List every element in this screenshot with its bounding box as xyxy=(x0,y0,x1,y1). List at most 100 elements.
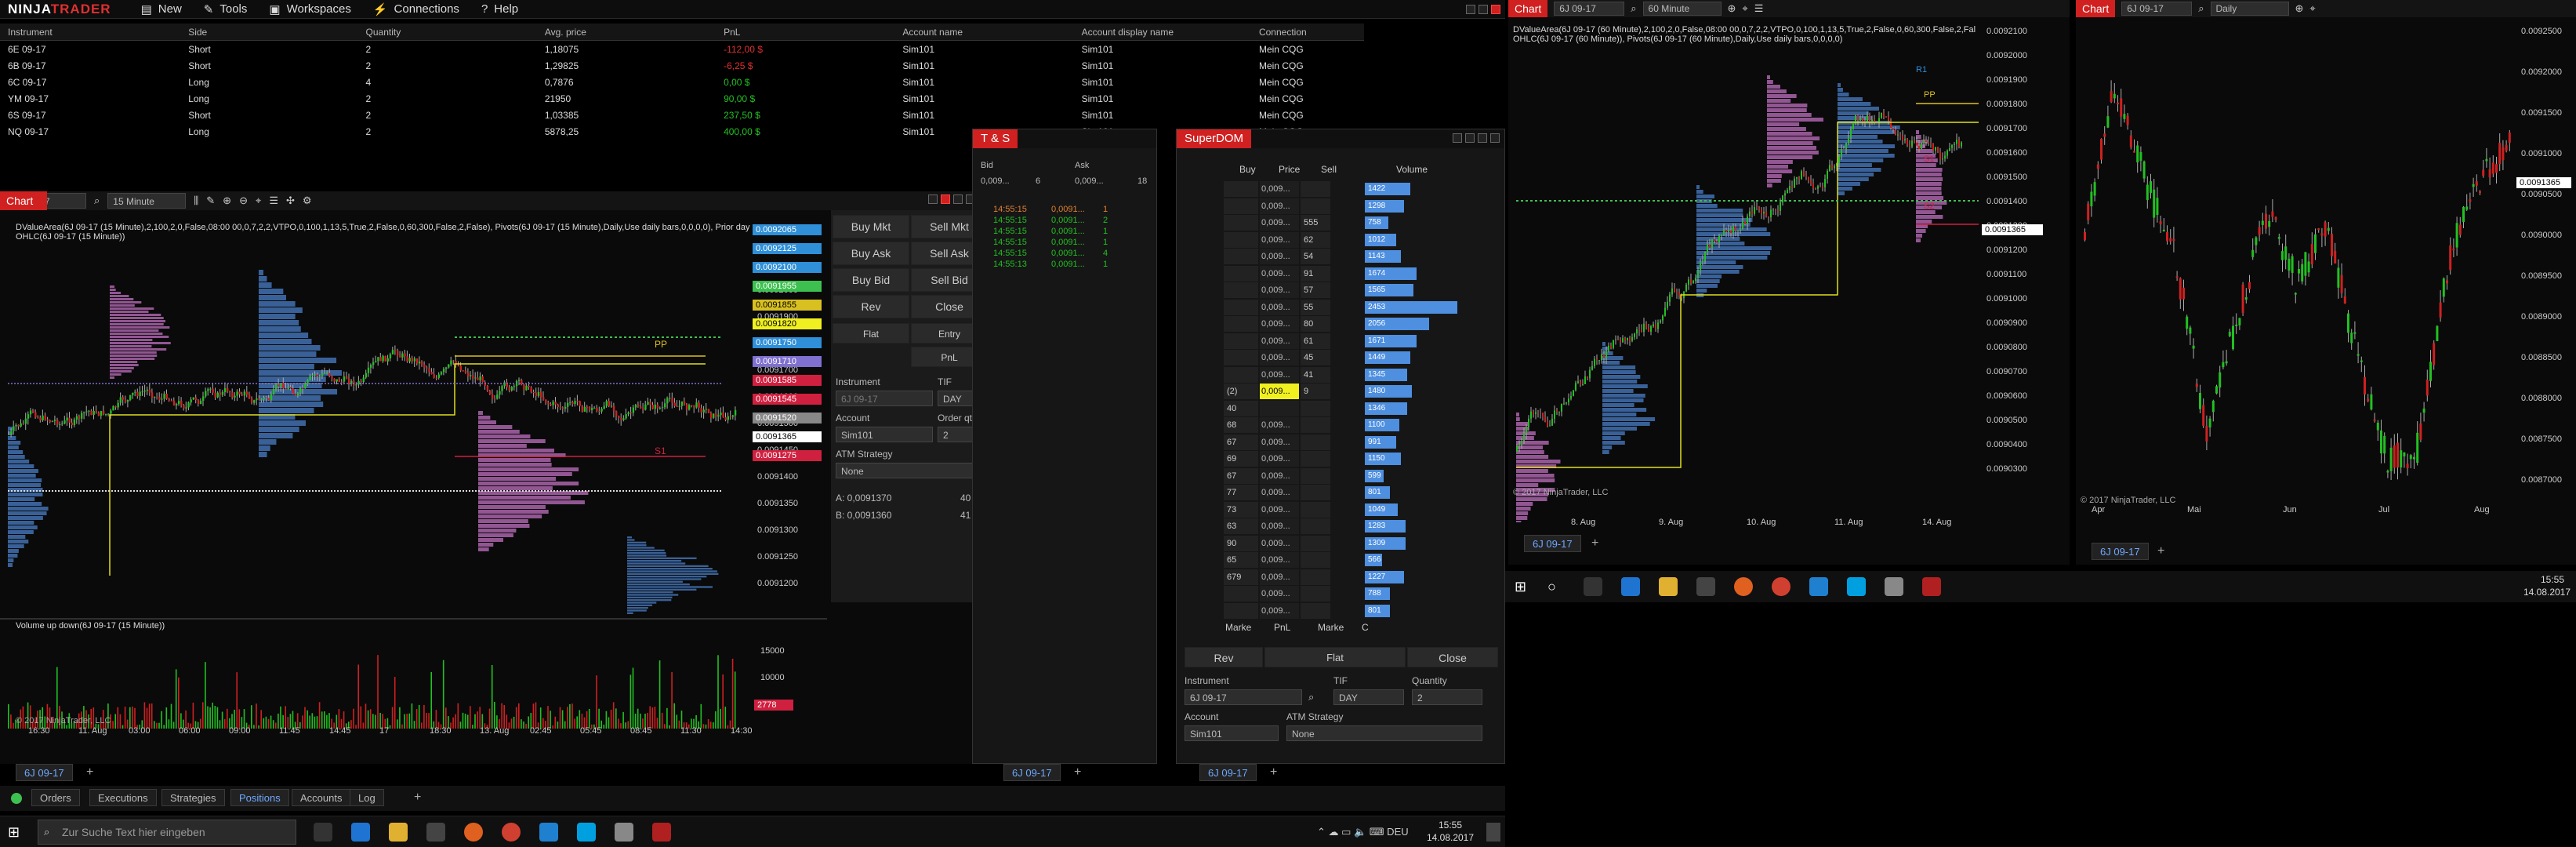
ct-account-select[interactable]: Sim101 xyxy=(836,427,933,442)
chart-trader-icon[interactable]: ⚙ xyxy=(303,194,312,207)
bar-type-icon[interactable]: ⫼ xyxy=(194,194,198,207)
table-row[interactable]: 6C 09-17 Long 4 0,7876 0,00 $ Sim101 Sim101 Mei… xyxy=(0,74,1364,90)
column-header[interactable]: Avg. price xyxy=(537,27,716,38)
sd-ladder[interactable]: 0,009... 1422 0,009... 1298 0,009... 555 758 0,… xyxy=(1224,181,1506,620)
dom-row[interactable]: 63 0,009... 1283 xyxy=(1224,518,1506,534)
dom-sell-cell[interactable] xyxy=(1301,434,1330,450)
sd-float-icon[interactable] xyxy=(1453,133,1462,143)
dom-price-cell[interactable]: 0,009... xyxy=(1260,451,1299,467)
dom-buy-cell[interactable]: 69 xyxy=(1224,451,1258,467)
dom-sell-cell[interactable] xyxy=(1301,536,1330,551)
sd-atm-select[interactable]: None xyxy=(1286,725,1482,741)
app-icon[interactable] xyxy=(615,823,633,842)
tab-orders[interactable]: Orders xyxy=(31,789,80,806)
column-header[interactable]: Instrument xyxy=(0,27,180,38)
dom-price-cell[interactable]: 0,009... xyxy=(1260,266,1299,282)
dom-price-cell[interactable]: 0,009... xyxy=(1260,198,1299,214)
crosshair-icon[interactable]: ⌖ xyxy=(256,194,261,207)
edge-icon[interactable] xyxy=(1621,577,1640,596)
dom-price-cell[interactable]: 0,009... xyxy=(1260,282,1299,298)
dom-buy-cell[interactable] xyxy=(1224,316,1258,332)
price-marker[interactable]: 0.0092100 xyxy=(753,262,822,273)
table-row[interactable]: 6B 09-17 Short 2 1,29825 -6,25 $ Sim101 Sim101… xyxy=(0,57,1364,74)
chart3-instrument-tab[interactable]: 6J 09-17 xyxy=(2092,543,2149,560)
chart3-search-icon[interactable]: ⌕ xyxy=(2198,2,2204,15)
sd-reverse-button[interactable]: Rev xyxy=(1185,647,1263,667)
dom-row[interactable]: 67 0,009... 991 xyxy=(1224,434,1506,450)
dom-row[interactable]: 0,009... 54 1143 xyxy=(1224,249,1506,264)
dom-price-cell[interactable]: 0,009... xyxy=(1260,518,1299,534)
windows-start-icon[interactable]: ⊞ xyxy=(1515,579,1526,595)
search-circle-icon[interactable]: ○ xyxy=(1547,579,1556,595)
dom-buy-cell[interactable]: 65 xyxy=(1224,552,1258,568)
add-tab-icon[interactable]: + xyxy=(414,791,421,805)
dom-sell-cell[interactable] xyxy=(1301,502,1330,518)
app-icon[interactable] xyxy=(1885,577,1903,596)
chart3-interval-selector[interactable]: Daily xyxy=(2211,2,2289,16)
chart1-interval-selector[interactable]: 15 Minute xyxy=(107,193,186,209)
column-header[interactable]: Account name xyxy=(894,27,1073,38)
price-marker[interactable]: 0.0091585 xyxy=(753,375,822,386)
chart2-zoom-icon[interactable]: ⊕ xyxy=(1728,2,1736,15)
chart2-instrument-selector[interactable]: 6J 09-17 xyxy=(1554,2,1624,16)
dom-price-cell[interactable]: 0,009... xyxy=(1260,417,1299,433)
price-marker[interactable]: 0.0091275 xyxy=(753,450,822,461)
sd-cancel-button[interactable]: C xyxy=(1362,622,1369,633)
price-marker[interactable]: 0.0091710 xyxy=(753,356,822,367)
store-icon[interactable] xyxy=(426,823,445,842)
edge-icon[interactable] xyxy=(351,823,370,842)
dom-price-cell[interactable]: 0,009... xyxy=(1260,350,1299,365)
dom-row[interactable]: 73 0,009... 1049 xyxy=(1224,502,1506,518)
tab-executions[interactable]: Executions xyxy=(89,789,157,806)
dom-buy-cell[interactable]: 63 xyxy=(1224,518,1258,534)
dom-sell-cell[interactable]: 45 xyxy=(1301,350,1330,365)
price-marker[interactable]: 0.0091545 xyxy=(753,394,822,405)
skype-icon[interactable] xyxy=(577,823,596,842)
ninjatrader-taskbar-icon[interactable] xyxy=(652,823,671,842)
chart2-properties-icon[interactable]: ☰ xyxy=(1754,2,1764,15)
dom-price-cell[interactable]: 0,009... xyxy=(1260,502,1299,518)
dom-row[interactable]: 0,009... 57 1565 xyxy=(1224,282,1506,298)
sd-account-select[interactable]: Sim101 xyxy=(1185,725,1279,741)
column-header[interactable]: Quantity xyxy=(358,27,537,38)
dom-buy-cell[interactable]: 67 xyxy=(1224,434,1258,450)
column-header[interactable]: Side xyxy=(180,27,357,38)
system-tray-icons[interactable]: ⌃ ☁ ▭ 🔈 ⌨ DEU xyxy=(1317,826,1409,838)
sd-qty-stepper[interactable]: 2 xyxy=(1412,689,1482,705)
file-explorer-icon[interactable] xyxy=(389,823,408,842)
dom-price-cell[interactable]: 0,009... xyxy=(1260,232,1299,248)
dom-sell-cell[interactable] xyxy=(1301,603,1330,619)
dom-price-cell[interactable]: 0,009... xyxy=(1260,215,1299,231)
store-icon[interactable] xyxy=(1696,577,1715,596)
dom-buy-cell[interactable] xyxy=(1224,350,1258,365)
dom-sell-cell[interactable] xyxy=(1301,485,1330,500)
dom-price-cell[interactable]: 0,009... xyxy=(1260,384,1299,399)
taskbar-search-input[interactable]: Zur Suche Text hier eingeben xyxy=(38,820,296,845)
ct-atm-select[interactable]: None xyxy=(836,463,986,478)
dom-row[interactable]: 0,009... 801 xyxy=(1224,603,1506,619)
dom-buy-cell[interactable] xyxy=(1224,266,1258,282)
file-explorer-icon[interactable] xyxy=(1659,577,1678,596)
menu-new[interactable]: ▤ New xyxy=(141,2,182,16)
dom-price-cell[interactable]: 0,009... xyxy=(1260,249,1299,264)
dom-row[interactable]: 0,009... 41 1345 xyxy=(1224,367,1506,383)
chart1-plot[interactable] xyxy=(0,238,827,803)
menu-help[interactable]: ? Help xyxy=(481,2,518,16)
price-marker[interactable]: 0.0091855 xyxy=(753,300,822,311)
dom-sell-cell[interactable] xyxy=(1301,198,1330,214)
remote-icon[interactable] xyxy=(1809,577,1828,596)
dom-buy-cell[interactable]: 90 xyxy=(1224,536,1258,551)
dom-price-cell[interactable]: 0,009... xyxy=(1260,468,1299,484)
dom-sell-cell[interactable] xyxy=(1301,518,1330,534)
ninjatrader-taskbar-icon[interactable] xyxy=(1922,577,1941,596)
minimize-icon[interactable] xyxy=(1466,5,1475,14)
sd-minimize-icon[interactable] xyxy=(1465,133,1475,143)
dom-sell-cell[interactable] xyxy=(1301,552,1330,568)
price-marker[interactable]: 0.0091820 xyxy=(753,318,822,329)
column-header[interactable]: PnL xyxy=(716,27,894,38)
task-view-icon[interactable] xyxy=(1584,577,1602,596)
table-row[interactable]: 6S 09-17 Short 2 1,03385 237,50 $ Sim101 Sim10… xyxy=(0,107,1364,123)
chart1-minimize-icon[interactable] xyxy=(941,194,950,204)
dom-price-cell[interactable] xyxy=(1260,401,1299,416)
dom-price-cell[interactable]: 0,009... xyxy=(1260,181,1299,197)
